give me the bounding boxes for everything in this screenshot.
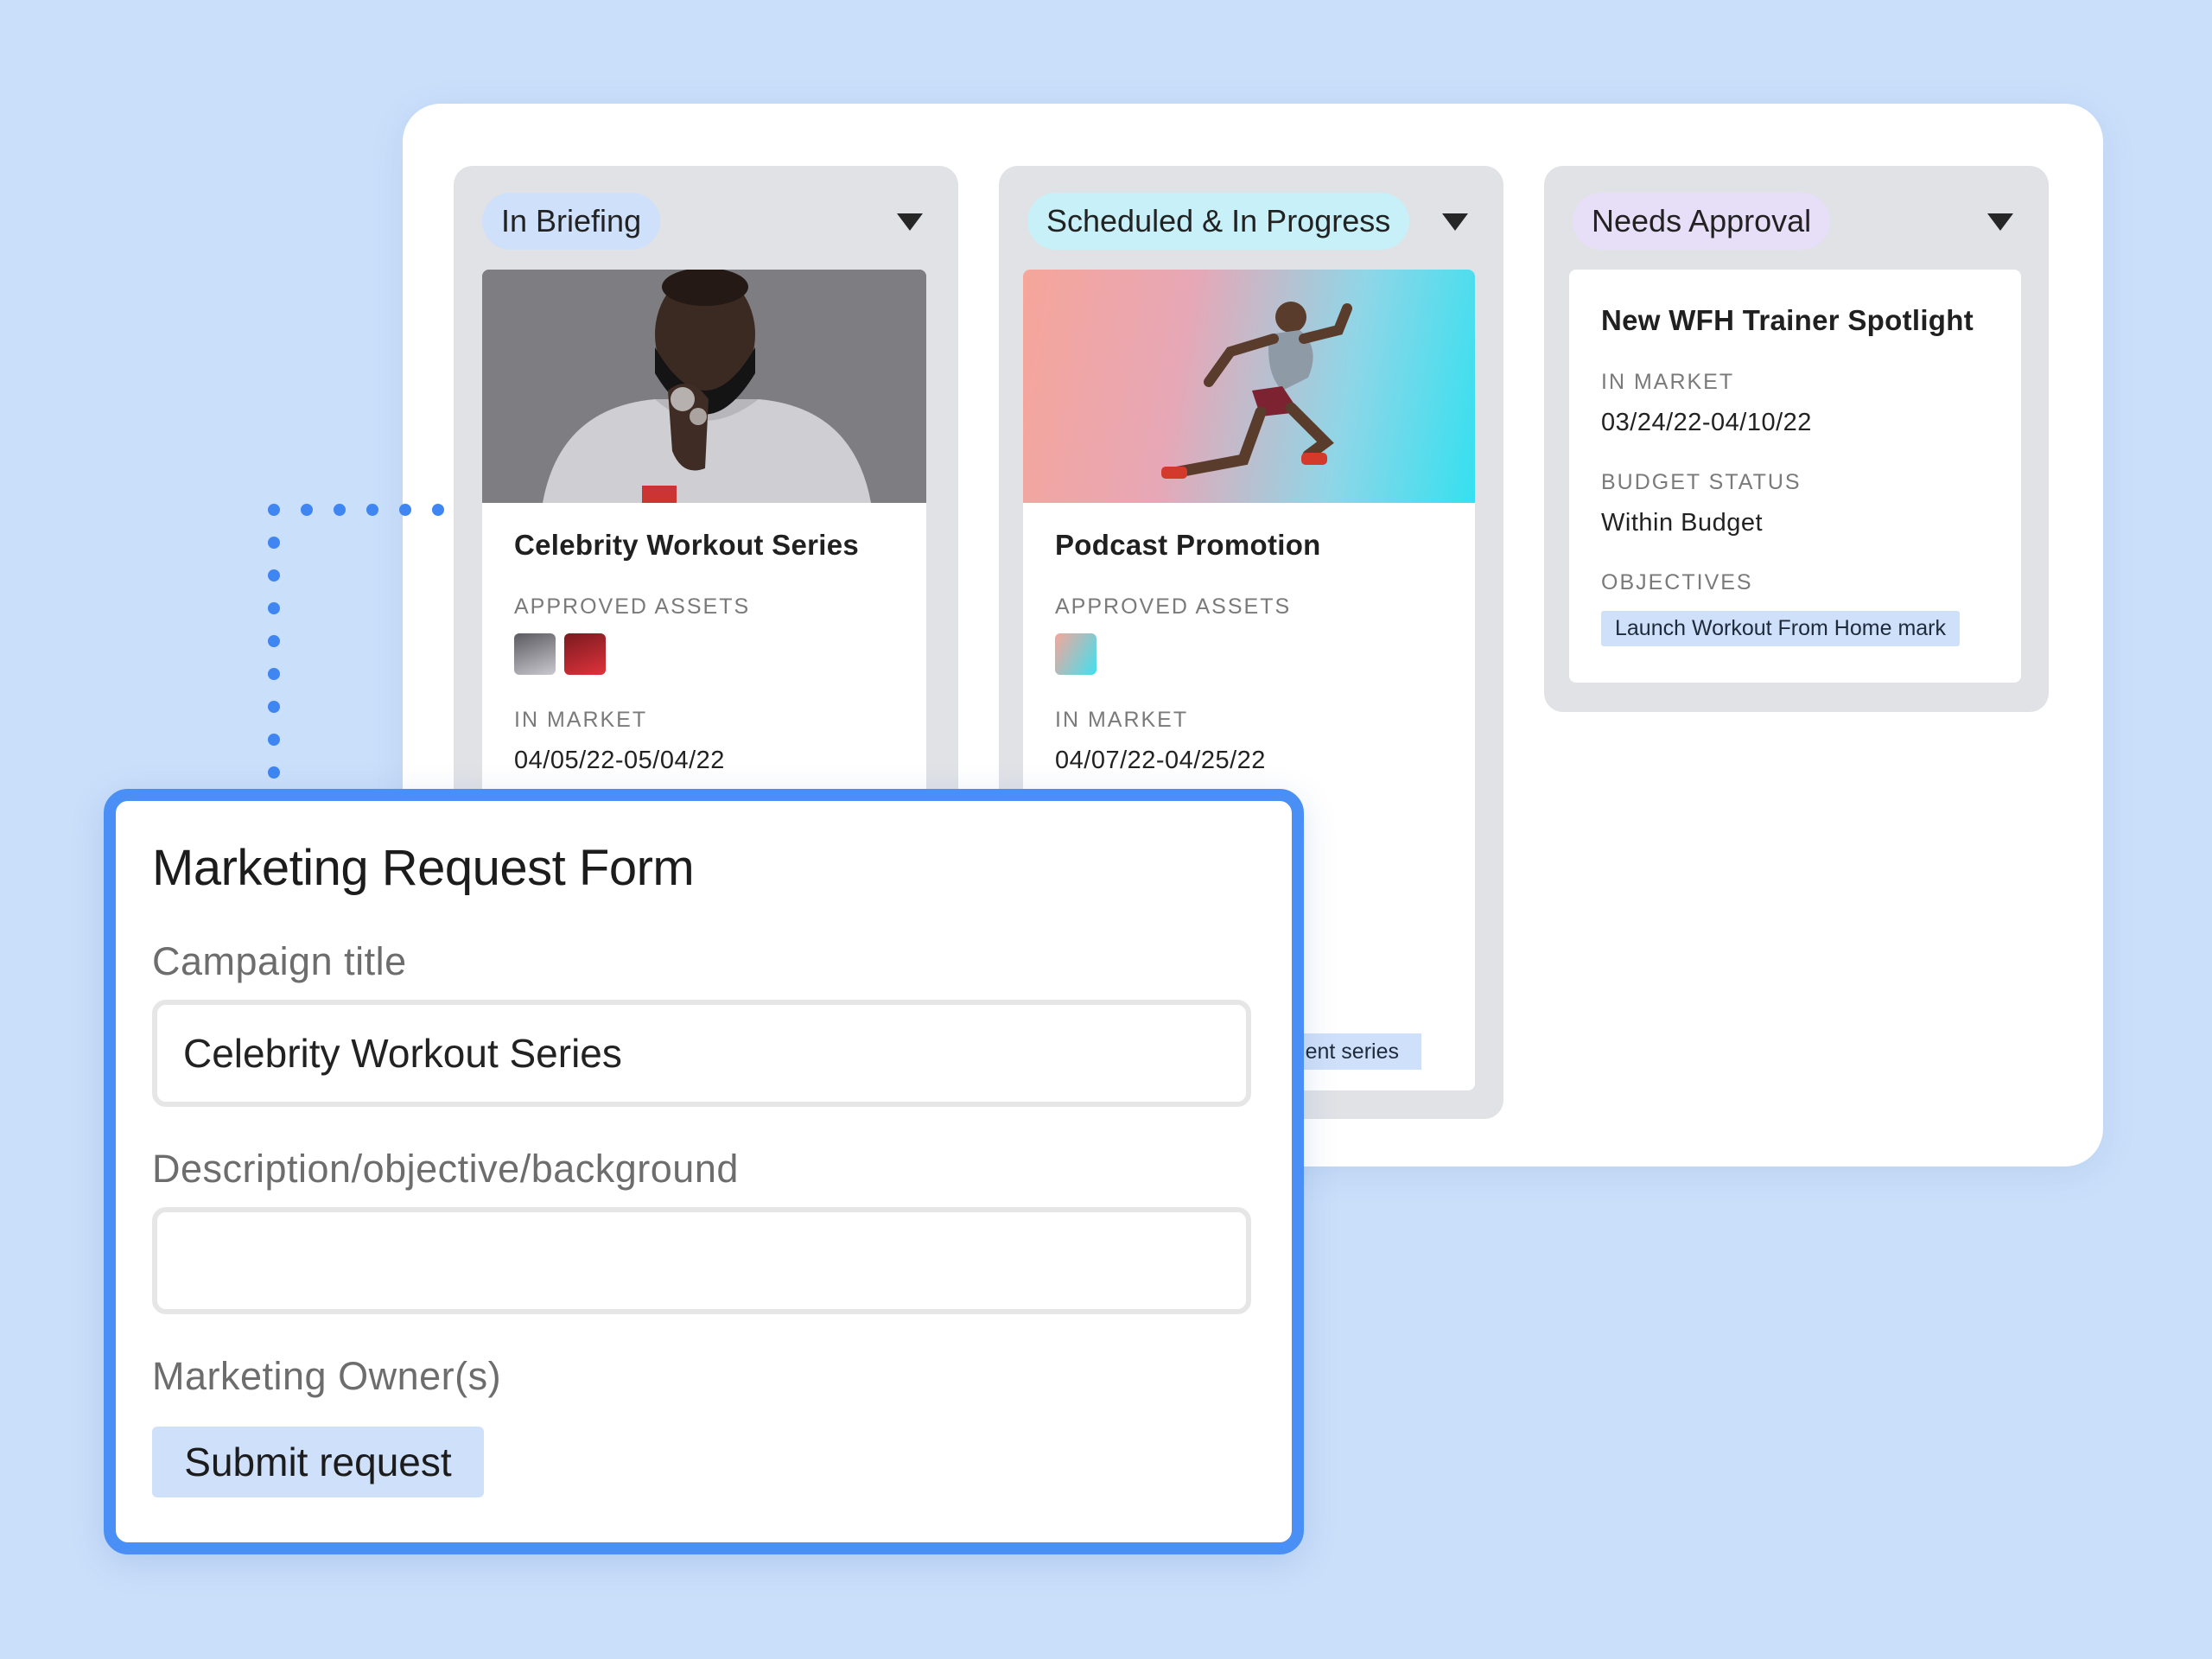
description-input[interactable] (152, 1207, 1251, 1314)
in-market-value: 04/07/22-04/25/22 (1055, 747, 1266, 774)
budget-status-value: Within Budget (1601, 509, 1764, 537)
description-label: Description/objective/background (152, 1147, 739, 1191)
column-status-pill[interactable]: In Briefing (482, 193, 661, 250)
form-title: Marketing Request Form (152, 840, 695, 896)
column-header: In Briefing (482, 193, 930, 250)
card-image-runner (1023, 270, 1475, 503)
asset-thumbnail[interactable] (1055, 633, 1096, 675)
campaign-title-input[interactable] (152, 1000, 1251, 1107)
column-header: Needs Approval (1573, 193, 2020, 250)
approved-assets-label: APPROVED ASSETS (514, 594, 751, 619)
in-market-label: IN MARKET (1055, 708, 1189, 732)
card-title: Celebrity Workout Series (514, 529, 860, 561)
objectives-label: OBJECTIVES (1601, 570, 1753, 594)
campaign-title-label: Campaign title (152, 939, 407, 983)
objective-chip-partial: ent series (1291, 1033, 1421, 1070)
column-needs-approval: Needs Approval New WFH Trainer Spotlight… (1544, 166, 2049, 712)
in-market-label: IN MARKET (1601, 370, 1735, 394)
column-status-pill[interactable]: Needs Approval (1573, 193, 1831, 250)
in-market-value: 03/24/22-04/10/22 (1601, 409, 1812, 436)
dropdown-caret-icon[interactable] (897, 213, 923, 231)
asset-thumbnails (1055, 633, 1443, 675)
dotted-connector (268, 504, 444, 779)
budget-status-label: BUDGET STATUS (1601, 470, 1802, 494)
campaign-card[interactable]: New WFH Trainer Spotlight IN MARKET 03/2… (1569, 270, 2021, 683)
marketing-request-form: Marketing Request Form Campaign title De… (104, 789, 1304, 1554)
approved-assets-label: APPROVED ASSETS (1055, 594, 1292, 619)
asset-thumbnail[interactable] (564, 633, 606, 675)
card-title: Podcast Promotion (1055, 529, 1321, 561)
asset-thumbnail[interactable] (514, 633, 556, 675)
dropdown-caret-icon[interactable] (1442, 213, 1468, 231)
in-market-value: 04/05/22-05/04/22 (514, 747, 725, 774)
dropdown-caret-icon[interactable] (1987, 213, 2013, 231)
runner-photo-icon (1161, 302, 1352, 479)
objective-chip[interactable]: Launch Workout From Home mark (1601, 611, 1960, 646)
column-header: Scheduled & In Progress (1027, 193, 1475, 250)
asset-thumbnails (514, 633, 894, 675)
in-market-label: IN MARKET (514, 708, 648, 732)
column-status-pill[interactable]: Scheduled & In Progress (1027, 193, 1410, 250)
card-title: New WFH Trainer Spotlight (1601, 304, 1974, 336)
card-image-athlete (482, 270, 926, 503)
athlete-photo-icon (482, 270, 926, 503)
marketing-owner-label: Marketing Owner(s) (152, 1354, 502, 1398)
submit-request-button[interactable]: Submit request (152, 1427, 484, 1497)
